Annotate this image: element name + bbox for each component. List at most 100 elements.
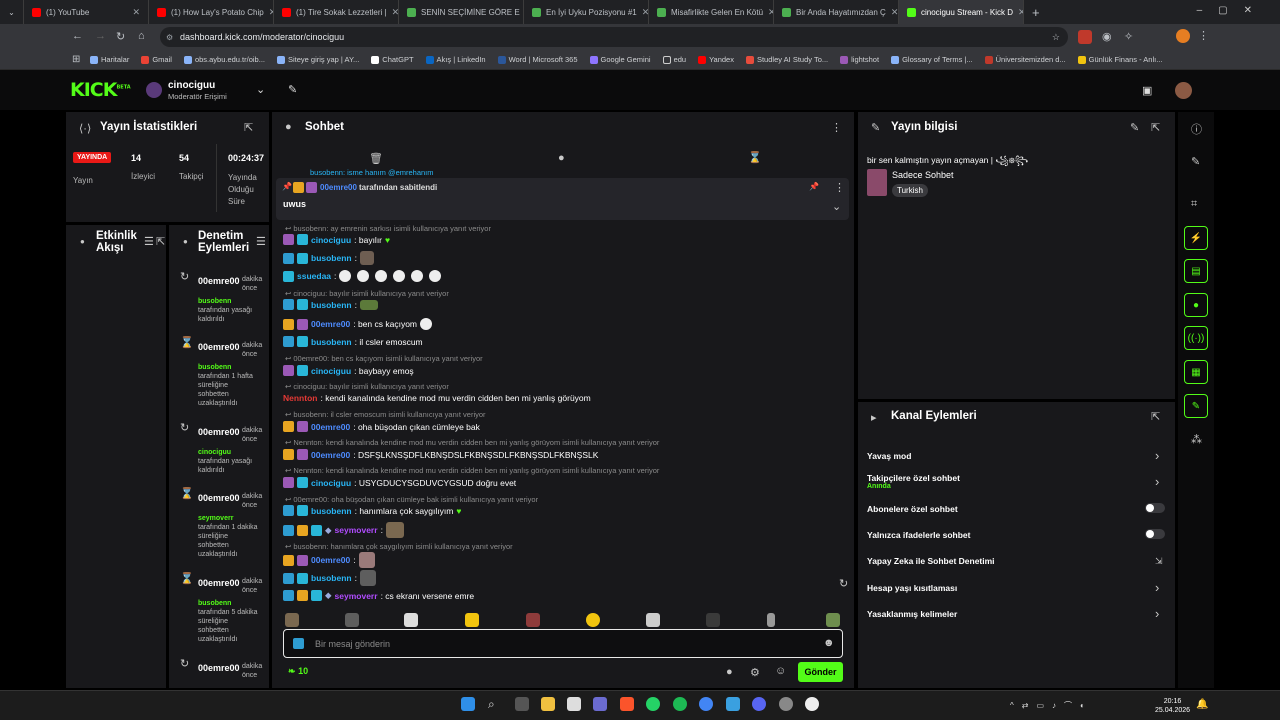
chat-icon[interactable]: ● — [1184, 293, 1208, 317]
emote-icon[interactable] — [345, 613, 359, 627]
chevron-right-icon[interactable]: › — [1155, 580, 1159, 595]
apps-grid-icon[interactable]: ⊞ — [72, 54, 80, 65]
emote-icon[interactable] — [586, 613, 600, 627]
chrome-icon[interactable] — [699, 697, 713, 711]
bookmark-item[interactable]: ChatGPT — [371, 55, 414, 64]
chat-username[interactable]: cinociguu — [311, 366, 351, 376]
chat-username[interactable]: 00emre00 — [311, 555, 350, 565]
ai-moderation-label[interactable]: Yapay Zeka ile Sohbet Denetimi — [867, 556, 995, 566]
media-icon[interactable] — [805, 697, 819, 711]
app-icon[interactable] — [726, 697, 740, 711]
hourglass-icon[interactable]: ⌛ — [748, 151, 762, 164]
popout-icon[interactable]: ⇱ — [1151, 410, 1160, 423]
chat-username[interactable]: busobenn — [311, 337, 352, 347]
bookmark-item[interactable]: Google Gemini — [589, 55, 651, 64]
mod-action-user[interactable]: 00emre00 — [198, 493, 240, 503]
emotes-only-toggle[interactable] — [1145, 529, 1165, 539]
chevron-right-icon[interactable]: › — [1155, 606, 1159, 621]
bookmark-item[interactable]: Siteye giriş yap | AY... — [276, 55, 359, 64]
chat-username[interactable]: seymoverr — [335, 525, 378, 535]
banned-words-label[interactable]: Yasaklanmış kelimeler — [867, 609, 957, 619]
category-name[interactable]: Sadece Sohbet — [892, 170, 954, 180]
task-view-icon[interactable] — [515, 697, 529, 711]
bookmark-item[interactable]: Haritalar — [90, 55, 129, 64]
broadcast-icon[interactable]: ((·)) — [1184, 326, 1208, 350]
browser-tab[interactable]: Misafirlikte Gelen En Kötü✕ — [649, 0, 774, 24]
chat-username[interactable]: busobenn — [311, 253, 352, 263]
chevron-down-icon[interactable]: ⌄ — [832, 200, 841, 213]
category-thumbnail[interactable] — [867, 169, 887, 196]
windows-start-icon[interactable] — [461, 697, 475, 711]
filter-icon[interactable]: ☰ — [144, 235, 154, 248]
dots-icon[interactable]: ⁂ — [1191, 433, 1202, 446]
taskbar-clock[interactable]: 20:16 25.04.2026 — [1155, 697, 1190, 715]
close-tab-icon[interactable]: ✕ — [642, 7, 648, 18]
browser-tab[interactable]: Bir Anda Hayatımızdan Ç ✕ — [774, 0, 899, 24]
extensions-puzzle-icon[interactable]: ✧ — [1124, 30, 1133, 43]
new-tab-button[interactable]: + — [1024, 0, 1048, 24]
popout-icon[interactable]: ⇱ — [1151, 121, 1160, 134]
chevron-right-icon[interactable]: › — [1155, 448, 1159, 463]
wrench-icon[interactable]: ✎ — [288, 83, 297, 96]
menu-kebab-icon[interactable]: ⋮ — [834, 181, 845, 194]
bookmark-item[interactable]: Studley AI Study To... — [745, 55, 828, 64]
emote-icon[interactable] — [706, 613, 720, 627]
window-controls[interactable]: –▢✕ — [1197, 5, 1268, 16]
brave-icon[interactable] — [620, 697, 634, 711]
channel-avatar[interactable] — [146, 82, 162, 98]
extension-icon[interactable]: ◉ — [1102, 30, 1112, 43]
bookmark-star-icon[interactable]: ☆ — [1052, 32, 1060, 43]
wallet-icon[interactable]: ▣ — [1142, 84, 1152, 97]
reload-icon[interactable]: ↻ — [116, 30, 125, 43]
filter-icon[interactable]: ☰ — [256, 235, 266, 248]
chevron-right-icon[interactable]: › — [1155, 474, 1159, 489]
emote-icon[interactable] — [767, 613, 775, 627]
emoji-icon[interactable]: ☻ — [823, 637, 835, 649]
bookmark-item[interactable]: Akış | LinkedIn — [425, 55, 486, 64]
app-icon[interactable] — [567, 697, 581, 711]
emote-icon[interactable] — [646, 613, 660, 627]
layout-icon[interactable]: ▦ — [1184, 360, 1208, 384]
browser-tab[interactable]: SENİN SEÇİMİNE GÖRE E✕ — [399, 0, 524, 24]
channel-points[interactable]: ❧ 10 — [288, 666, 308, 677]
bookmark-folder[interactable]: edu — [662, 55, 686, 64]
emote-icon[interactable] — [404, 613, 418, 627]
bookmark-item[interactable]: obs.aybu.edu.tr/oib... — [183, 55, 265, 64]
whatsapp-icon[interactable] — [646, 697, 660, 711]
emote-picker-icon[interactable]: ☺ — [775, 665, 786, 677]
profile-avatar-icon[interactable] — [1176, 29, 1190, 43]
spotify-icon[interactable] — [673, 697, 687, 711]
edit-icon[interactable]: ✎ — [1130, 121, 1139, 134]
back-icon[interactable]: ← — [72, 30, 83, 42]
mod-action-user[interactable]: 00emre00 — [198, 276, 240, 286]
chat-icon[interactable]: ● — [558, 152, 565, 164]
bookmark-item[interactable]: Word | Microsoft 365 — [497, 55, 578, 64]
chat-username[interactable]: seymoverr — [335, 591, 378, 601]
emote-icon[interactable] — [526, 613, 540, 627]
scroll-resume-icon[interactable]: ↻ — [839, 577, 848, 590]
followers-only-label[interactable]: Takipçilere özel sohbet — [867, 473, 960, 483]
discord-icon[interactable] — [752, 697, 766, 711]
menu-kebab-icon[interactable]: ⋮ — [1198, 29, 1209, 42]
file-explorer-icon[interactable] — [541, 697, 555, 711]
chat-username[interactable]: ssuedaa — [297, 271, 331, 281]
close-tab-icon[interactable]: ✕ — [392, 7, 398, 18]
mod-action-user[interactable]: 00emre00 — [198, 342, 240, 352]
search-icon[interactable]: ⌕ — [488, 697, 495, 711]
chat-username[interactable]: 00emre00 — [311, 319, 350, 329]
chat-input[interactable]: Bir mesaj gönderin — [315, 639, 390, 649]
send-button[interactable]: Gönder — [798, 662, 843, 682]
chat-username[interactable]: cinociguu — [311, 478, 351, 488]
emote-icon[interactable] — [826, 613, 840, 627]
app-icon[interactable] — [593, 697, 607, 711]
subscribers-only-toggle[interactable] — [1145, 503, 1165, 513]
steam-icon[interactable] — [779, 697, 793, 711]
chat-username[interactable]: busobenn — [311, 573, 352, 583]
trash-icon[interactable]: 🗑 — [369, 152, 383, 165]
info-icon[interactable]: ⓘ — [1191, 121, 1202, 137]
browser-tab[interactable]: (1) Tire Sokak Lezzetleri | ✕ — [274, 0, 399, 24]
mod-action-user[interactable]: 00emre00 — [198, 578, 240, 588]
bookmark-item[interactable]: Yandex — [698, 55, 734, 64]
scan-icon[interactable]: ⌗ — [1191, 198, 1197, 211]
browser-tab[interactable]: (1) YouTube ✕ — [24, 0, 149, 24]
